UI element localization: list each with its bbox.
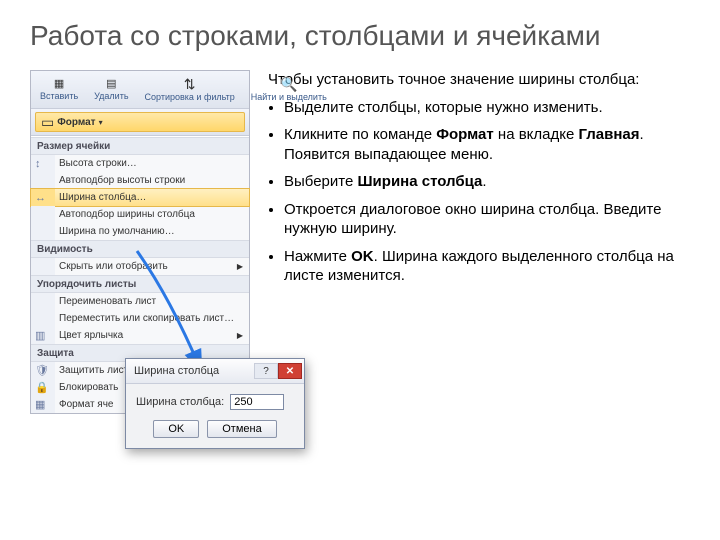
insert-label: Вставить: [40, 91, 78, 101]
chevron-down-icon: ▾: [99, 118, 103, 127]
lock-icon: 🔒: [35, 381, 49, 394]
delete-icon: ▤: [106, 79, 116, 90]
delete-label: Удалить: [94, 91, 128, 101]
sort-icon: ⇅: [184, 77, 196, 91]
menu-autofit-row[interactable]: Автоподбор высоты строки: [31, 172, 249, 189]
column-width-input[interactable]: [230, 394, 284, 410]
menu-row-height[interactable]: ↕Высота строки…: [31, 155, 249, 172]
insert-button[interactable]: ▦ Вставить: [35, 76, 83, 104]
section-organize: Упорядочить листы: [31, 275, 249, 293]
ok-button[interactable]: OK: [153, 420, 199, 438]
sort-label: Сортировка и фильтр: [145, 92, 235, 102]
menu-hide-show[interactable]: Скрыть или отобразить▶: [31, 258, 249, 275]
instructions: Чтобы установить точное значение ширины …: [268, 70, 690, 414]
step-item: Откроется диалоговое окно ширина столбца…: [284, 200, 690, 239]
dialog-close-button[interactable]: ✕: [278, 363, 302, 379]
format-cells-icon: ▦: [35, 398, 45, 411]
menu-autofit-col[interactable]: Автоподбор ширины столбца: [31, 206, 249, 223]
dialog-field-label: Ширина столбца:: [136, 396, 224, 408]
screenshot-panel: ▦ Вставить ▤ Удалить ⇅ Сортировка и филь…: [30, 70, 250, 414]
protect-icon: 🛡: [35, 364, 49, 377]
page-title: Работа со строками, столбцами и ячейками: [30, 20, 690, 52]
menu-rename-sheet[interactable]: Переименовать лист: [31, 293, 249, 310]
insert-icon: ▦: [54, 79, 64, 90]
dialog-help-button[interactable]: ?: [254, 363, 278, 379]
dialog-title: Ширина столбца: [134, 365, 219, 377]
row-height-icon: ↕: [35, 158, 41, 170]
format-button[interactable]: ▭ Формат ▾: [35, 112, 245, 132]
menu-default-width[interactable]: Ширина по умолчанию…: [31, 223, 249, 240]
submenu-arrow-icon: ▶: [237, 331, 243, 340]
format-icon: ▭: [41, 115, 54, 129]
find-label: Найти и выделить: [251, 92, 327, 102]
menu-move-copy[interactable]: Переместить или скопировать лист…: [31, 310, 249, 327]
step-item: Нажмите OK. Ширина каждого выделенного с…: [284, 247, 690, 286]
sort-filter-button[interactable]: ⇅ Сортировка и фильтр: [140, 74, 240, 105]
col-width-icon: ↔: [35, 192, 46, 204]
delete-button[interactable]: ▤ Удалить: [89, 76, 133, 104]
section-cell-size: Размер ячейки: [31, 137, 249, 155]
submenu-arrow-icon: ▶: [237, 262, 243, 271]
find-select-button[interactable]: 🔍 Найти и выделить: [246, 74, 332, 105]
find-icon: 🔍: [280, 77, 297, 91]
column-width-dialog: Ширина столбца ? ✕ Ширина столбца: OK От…: [125, 358, 305, 449]
cancel-button[interactable]: Отмена: [207, 420, 276, 438]
step-item: Выделите столбцы, которые нужно изменить…: [284, 98, 690, 118]
menu-tab-color[interactable]: ▥Цвет ярлычка▶: [31, 327, 249, 344]
menu-column-width[interactable]: ↔Ширина столбца…: [31, 189, 249, 206]
steps-list: Выделите столбцы, которые нужно изменить…: [268, 98, 690, 286]
section-visibility: Видимость: [31, 240, 249, 258]
step-item: Выберите Ширина столбца.: [284, 172, 690, 192]
tab-color-icon: ▥: [35, 329, 45, 342]
format-label: Формат: [57, 117, 95, 128]
step-item: Кликните по команде Формат на вкладке Гл…: [284, 125, 690, 164]
